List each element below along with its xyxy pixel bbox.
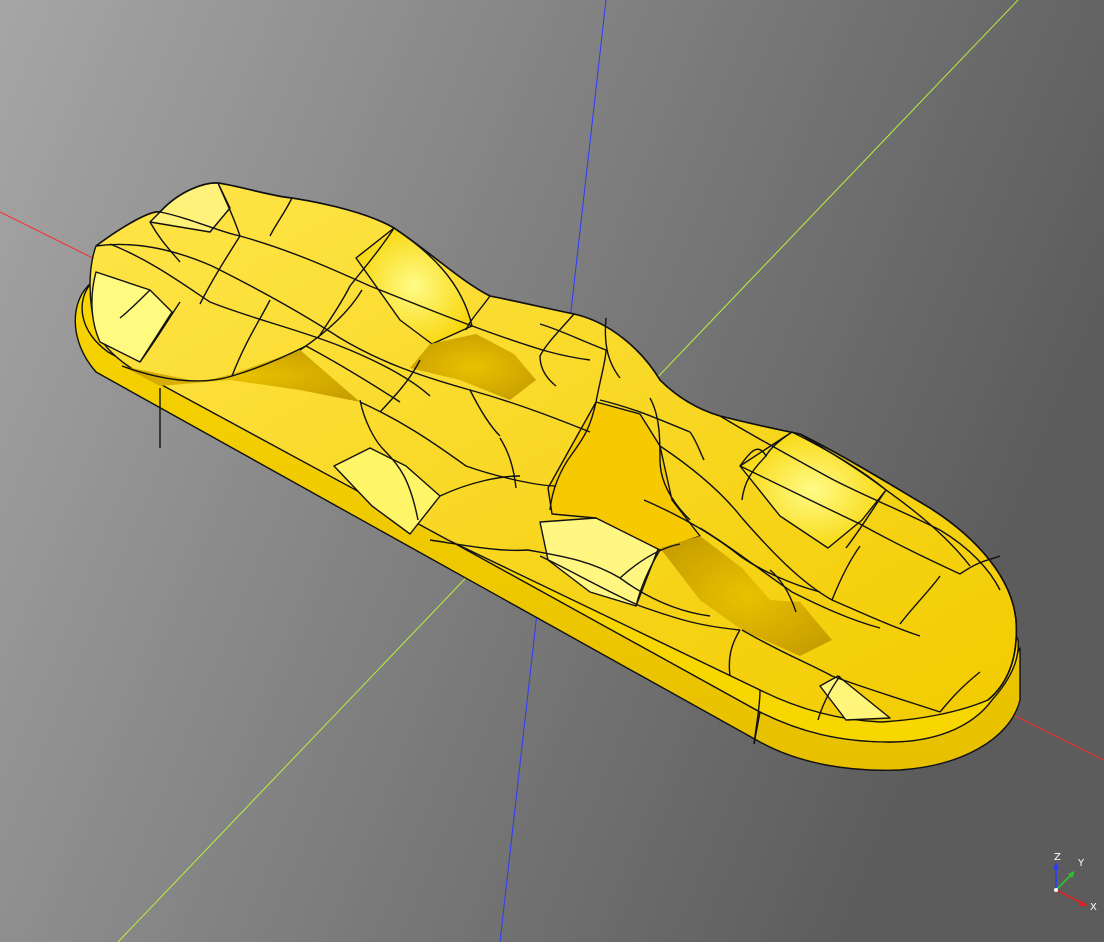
triad-label-x: X bbox=[1090, 902, 1097, 913]
triad-origin bbox=[1054, 888, 1058, 892]
triad-label-z: Z bbox=[1054, 852, 1061, 863]
triad-label-y: Y bbox=[1077, 858, 1085, 869]
3d-viewport[interactable]: Z Y X bbox=[0, 0, 1104, 942]
